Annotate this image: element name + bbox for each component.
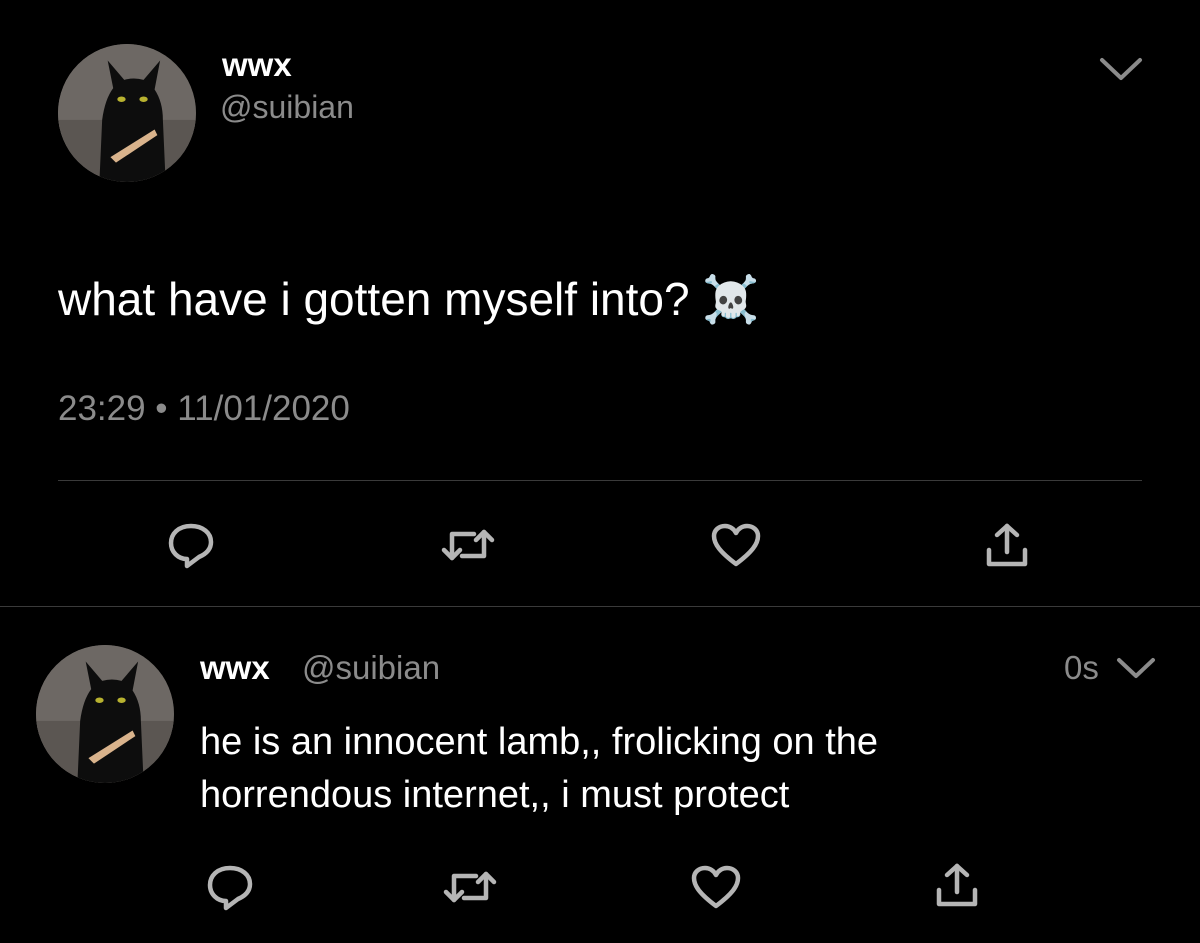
reply-text: he is an innocent lamb,, frolicking on t…	[200, 716, 878, 822]
tweet-text: what have i gotten myself into? ☠️	[58, 273, 760, 325]
avatar[interactable]	[36, 645, 174, 783]
divider	[58, 480, 1142, 481]
like-icon[interactable]	[710, 522, 762, 568]
like-icon[interactable]	[690, 864, 742, 910]
handle[interactable]: @suibian	[220, 88, 354, 126]
black-cat-avatar	[36, 645, 174, 783]
handle[interactable]: @suibian	[302, 648, 440, 688]
display-name[interactable]: wwx	[222, 46, 292, 84]
display-name[interactable]: wwx	[200, 648, 270, 688]
chevron-down-icon[interactable]	[1115, 656, 1157, 682]
retweet-icon[interactable]	[440, 524, 496, 566]
reply-icon[interactable]	[165, 520, 217, 570]
share-icon[interactable]	[984, 520, 1030, 570]
black-cat-avatar	[58, 44, 196, 182]
reply-icon[interactable]	[204, 862, 256, 912]
chevron-down-icon[interactable]	[1098, 56, 1144, 84]
reply-text-line: horrendous internet,, i must protect	[200, 774, 790, 816]
tweet-age[interactable]: 0s	[1064, 648, 1099, 688]
timestamp[interactable]: 23:29 • 11/01/2020	[58, 388, 350, 430]
retweet-icon[interactable]	[442, 866, 498, 908]
avatar[interactable]	[58, 44, 196, 182]
share-icon[interactable]	[934, 860, 980, 910]
divider	[0, 606, 1200, 607]
reply-text-line: he is an innocent lamb,, frolicking on t…	[200, 721, 879, 763]
